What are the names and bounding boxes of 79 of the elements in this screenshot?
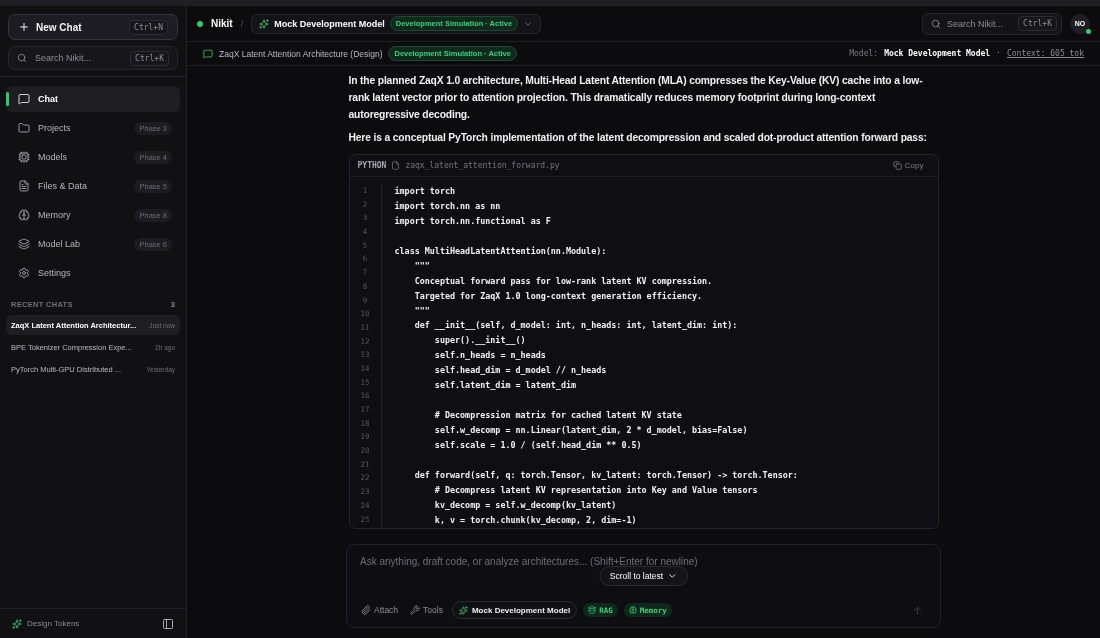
code-line: """ <box>413 259 431 273</box>
chevron-down-icon <box>667 571 678 581</box>
layers-icon <box>18 238 30 250</box>
chat-bubble-icon <box>203 48 213 59</box>
folder-icon <box>18 122 30 134</box>
brain-icon <box>628 606 637 614</box>
breadcrumb-separator: / <box>240 18 244 29</box>
settings-icon <box>18 267 30 279</box>
code-line: import torch.nn.functional as F <box>394 214 552 228</box>
code-line: def forward(self, q: torch.Tensor, kv_latent: torch.Tensor) -> torch.Tensor: <box>413 468 798 482</box>
code-language: PYTHON <box>357 161 387 170</box>
nav-item[interactable]: Settings <box>6 260 180 286</box>
chip-icon <box>18 151 30 163</box>
nav-label: Files & Data <box>38 181 88 191</box>
tools-button[interactable]: Tools <box>407 605 446 615</box>
search-field[interactable]: Search Nikit... Ctrl+K <box>922 12 1062 35</box>
shortcut-hint: Ctrl+K <box>1018 16 1057 31</box>
code-line: import torch <box>394 185 456 198</box>
sparkle-icon <box>259 18 270 29</box>
design-tokens-link[interactable]: Design Tokens <box>27 619 80 628</box>
paperclip-icon <box>361 605 371 615</box>
nav-label: Chat <box>38 94 58 104</box>
code-line: def __init__(self, d_model: int, n_heads: int, latent_dim: int): <box>413 319 739 333</box>
meta-separator: · <box>996 49 1001 58</box>
message-paragraph: In the planned ZaqX 1.0 architecture, Multi-Head Latent Attention (MLA) compresses the Key-Value (KV) cache into a low-rank latent vector prior to attention projection. This dramatically reduces memory footprint during long-context autoregressive decoding. <box>348 74 924 122</box>
search-icon <box>931 18 941 29</box>
code-line: self.latent_dim = latent_dim <box>433 379 578 393</box>
workspace-name: Nikit <box>211 18 233 29</box>
wrench-icon <box>410 605 421 615</box>
code-line: self.n_heads = n_heads <box>433 349 547 363</box>
chat-title: ZaqX Latent Attention Architecture (Design) <box>219 48 383 59</box>
search-input[interactable]: Search Nikit... <box>33 52 125 64</box>
code-line: self.w_decomp = nn.Linear(latent_dim, 2 * d_model, bias=False) <box>433 424 749 437</box>
copy-button[interactable]: Copy <box>886 160 930 171</box>
code-line: super().__init__() <box>433 334 527 348</box>
sparkle-icon <box>458 605 468 615</box>
new-chat-button[interactable]: New Chat Ctrl+N <box>8 14 178 40</box>
document-icon <box>18 180 30 192</box>
chat-bubble-icon <box>18 93 30 105</box>
nav-label: Memory <box>38 210 71 220</box>
model-name: Mock Development Model <box>884 49 991 58</box>
search-field[interactable]: Search Nikit... Ctrl+K <box>8 46 178 70</box>
attach-button[interactable]: Attach <box>358 605 402 615</box>
code-line: """ <box>413 304 431 318</box>
nav-item[interactable]: Chat <box>6 86 180 112</box>
database-icon <box>588 606 597 614</box>
arrow-up-icon <box>912 604 923 616</box>
brain-icon <box>18 209 30 221</box>
sidebar-toggle-icon[interactable] <box>162 617 174 630</box>
code-line: self.head_dim = d_model // n_heads <box>433 364 608 378</box>
model-label: Model: <box>849 49 879 58</box>
code-line: kv_decomp = self.w_decomp(kv_latent) <box>433 498 618 512</box>
search-icon <box>17 53 27 63</box>
code-line: self.scale = 1.0 / (self.head_dim ** 0.5) <box>433 438 643 452</box>
search-input[interactable]: Search Nikit... <box>945 17 1015 30</box>
code-line: k, v = torch.chunk(kv_decomp, 2, dim=-1) <box>433 513 638 527</box>
context-link[interactable]: Context: 605 tok <box>1006 49 1084 58</box>
code-line: # Decompress latent KV representation into Key and Value tensors <box>433 483 759 497</box>
scroll-to-latest-button[interactable]: Scroll to latest <box>598 566 689 586</box>
nav-label: Projects <box>38 123 71 133</box>
code-line: # Decompression matrix for cached latent KV state <box>433 409 683 423</box>
file-icon <box>391 161 401 170</box>
nav-label: Model Lab <box>38 239 81 249</box>
code-line: import torch.nn as nn <box>394 199 502 213</box>
status-dot-icon <box>197 20 203 27</box>
copy-icon <box>892 161 902 170</box>
code-line: class MultiHeadLatentAttention(nn.Module): <box>394 244 608 258</box>
nav-label: Settings <box>38 268 71 278</box>
message-paragraph: Here is a conceptual PyTorch implementation of the latent decompression and scaled dot-product attention forward pass: <box>348 131 928 145</box>
nav-label: Models <box>38 152 67 162</box>
sparkle-icon <box>12 618 22 629</box>
file-name: zaqx_latent_attention_forward.py <box>405 161 560 170</box>
plus-icon <box>18 21 30 33</box>
shortcut-hint: Ctrl+N <box>129 19 168 35</box>
shortcut-hint: Ctrl+K <box>130 50 169 66</box>
online-dot-icon <box>1086 28 1091 34</box>
code-line: Conceptual forward pass for low-rank latent KV compression. <box>413 274 714 288</box>
code-line: Targeted for ZaqX 1.0 long-context generation efficiency. <box>413 289 704 303</box>
model-chip[interactable]: Mock Development Model <box>451 601 578 619</box>
